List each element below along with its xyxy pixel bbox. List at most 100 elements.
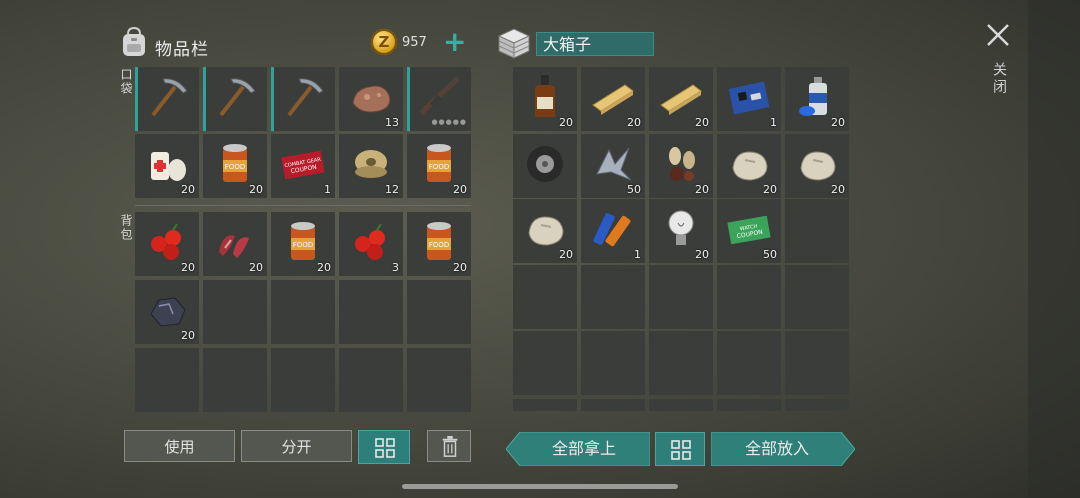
wood-plank-icon (592, 84, 634, 115)
circuit-board-icon (728, 81, 770, 115)
coal-icon (150, 297, 186, 327)
empty-slot[interactable] (785, 265, 849, 329)
svg-text:FOOD: FOOD (225, 163, 245, 171)
empty-slot[interactable] (717, 399, 781, 411)
item-count: 20 (627, 116, 641, 129)
add-coins-button[interactable]: + (443, 28, 466, 56)
empty-slot[interactable] (649, 265, 713, 329)
item-slot[interactable] (271, 67, 335, 131)
backpack-icon (123, 26, 145, 56)
item-slot[interactable]: 20 (717, 134, 781, 198)
item-count: 20 (831, 116, 845, 129)
close-label[interactable]: 关闭 (989, 62, 1009, 96)
item-slot[interactable]: 50 (581, 134, 645, 198)
empty-slot[interactable] (513, 265, 577, 329)
empty-slot[interactable] (581, 399, 645, 411)
item-slot[interactable] (135, 67, 199, 131)
inventory-header: 物品栏 Z 957 + (115, 26, 475, 66)
empty-slot[interactable] (339, 348, 403, 412)
empty-slot[interactable] (339, 280, 403, 344)
item-slot[interactable]: 20 (203, 212, 267, 276)
empty-slot[interactable] (203, 348, 267, 412)
item-slot[interactable]: 20 (513, 199, 577, 263)
empty-slot[interactable] (135, 348, 199, 412)
item-slot[interactable]: 20 (135, 134, 199, 198)
item-slot[interactable]: 20 (649, 134, 713, 198)
item-slot[interactable]: 20 (785, 67, 849, 131)
grid-sort-icon (375, 438, 395, 458)
empty-slot[interactable] (271, 280, 335, 344)
use-button[interactable]: 使用 (124, 430, 235, 462)
empty-slot[interactable] (785, 199, 849, 263)
side-panel-shade (1028, 0, 1080, 498)
item-count: 20 (249, 261, 263, 274)
close-icon[interactable] (985, 22, 1011, 48)
inventory-title: 物品栏 (155, 40, 209, 60)
home-indicator[interactable] (402, 484, 678, 489)
empty-slot[interactable] (513, 399, 577, 411)
trash-button[interactable] (427, 430, 471, 462)
food-can-icon: FOOD (427, 144, 451, 182)
item-count: 12 (385, 183, 399, 196)
item-slot[interactable]: 20 (135, 212, 199, 276)
item-count: 20 (695, 116, 709, 129)
empty-slot[interactable] (581, 331, 645, 395)
empty-slot[interactable] (717, 331, 781, 395)
svg-text:FOOD: FOOD (429, 163, 449, 171)
item-slot[interactable]: 20 (135, 280, 199, 344)
item-slot[interactable]: 1 (717, 67, 781, 131)
item-slot[interactable]: 3 (339, 212, 403, 276)
item-slot[interactable]: FOOD 20 (203, 134, 267, 198)
item-slot[interactable]: 20 (581, 67, 645, 131)
item-count: 20 (181, 183, 195, 196)
item-slot[interactable]: 20 (649, 199, 713, 263)
raw-meat-icon (219, 235, 249, 258)
empty-slot[interactable] (785, 331, 849, 395)
item-slot[interactable]: 20 (785, 134, 849, 198)
empty-slot[interactable] (203, 280, 267, 344)
split-button[interactable]: 分开 (241, 430, 352, 462)
item-slot[interactable]: 12 (339, 134, 403, 198)
empty-slot[interactable] (407, 348, 471, 412)
item-slot[interactable]: 13 (339, 67, 403, 131)
item-slot[interactable]: WATCH COUPON 50 (717, 199, 781, 263)
trash-icon (442, 436, 458, 457)
item-slot[interactable]: ●●●●● (407, 67, 471, 131)
sort-button[interactable] (358, 430, 410, 464)
item-slot[interactable]: FOOD 20 (407, 212, 471, 276)
empty-slot[interactable] (271, 348, 335, 412)
box-name-field[interactable]: 大箱子 (536, 32, 654, 56)
box-header: 大箱子 (496, 26, 696, 62)
put-all-button[interactable]: 全部放入 (711, 432, 843, 466)
item-count: 20 (249, 183, 263, 196)
equipped-indicator (203, 67, 206, 131)
item-slot[interactable]: 20 (513, 67, 577, 131)
item-slot[interactable] (513, 134, 577, 198)
item-slot[interactable]: FOOD 20 (271, 212, 335, 276)
svg-text:FOOD: FOOD (429, 241, 449, 249)
seeds-icon (669, 147, 695, 181)
coin-count: 957 (402, 35, 427, 50)
take-all-button[interactable]: 全部拿上 (520, 432, 648, 466)
empty-slot[interactable] (513, 331, 577, 395)
food-can-icon: FOOD (427, 222, 451, 260)
empty-slot[interactable] (649, 331, 713, 395)
svg-text:FOOD: FOOD (293, 241, 313, 249)
item-slot[interactable] (203, 67, 267, 131)
empty-slot[interactable] (407, 280, 471, 344)
item-count: 20 (317, 261, 331, 274)
item-slot[interactable]: COMBAT GEAR COUPON 1 (271, 134, 335, 198)
item-slot[interactable]: 1 (581, 199, 645, 263)
empty-slot[interactable] (717, 265, 781, 329)
item-count: 20 (453, 261, 467, 274)
item-slot[interactable]: 20 (649, 67, 713, 131)
empty-slot[interactable] (581, 265, 645, 329)
empty-slot[interactable] (785, 399, 849, 411)
item-count: 13 (385, 116, 399, 129)
box-sort-button[interactable] (655, 432, 705, 466)
item-count: 20 (695, 183, 709, 196)
item-slot[interactable]: FOOD 20 (407, 134, 471, 198)
empty-slot[interactable] (649, 399, 713, 411)
stone-icon (800, 151, 836, 181)
pocket-label: 口袋 (119, 68, 133, 96)
